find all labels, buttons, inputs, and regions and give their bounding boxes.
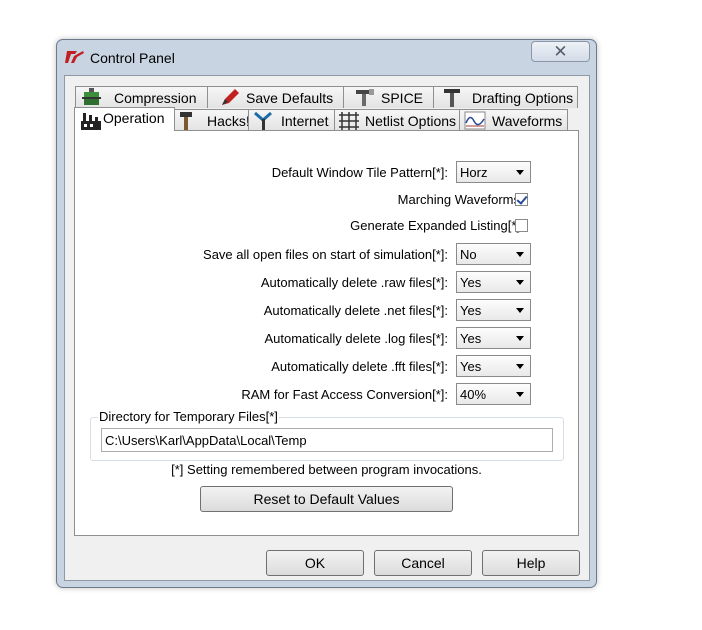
chevron-down-icon [516, 392, 524, 397]
help-button[interactable]: Help [482, 550, 580, 576]
tab-save-defaults[interactable]: Save Defaults [207, 86, 344, 108]
reset-defaults-button[interactable]: Reset to Default Values [200, 486, 453, 512]
tab-label: Operation [103, 110, 165, 126]
save-open-files-value: No [460, 247, 477, 262]
tab-label: Netlist Options [365, 113, 457, 129]
temp-directory-input[interactable] [105, 430, 545, 450]
delete-log-select[interactable]: Yes [456, 327, 531, 349]
ok-button[interactable]: OK [266, 550, 364, 576]
tab-drafting-options[interactable]: Drafting Options [433, 86, 578, 108]
chevron-down-icon [516, 252, 524, 257]
delete-raw-value: Yes [460, 275, 482, 290]
tab-label: Internet [281, 113, 329, 129]
delete-fft-select[interactable]: Yes [456, 355, 531, 377]
tab-compression[interactable]: Compression [75, 86, 208, 108]
drafting-icon [444, 89, 460, 107]
cancel-button[interactable]: Cancel [374, 550, 472, 576]
tile-pattern-value: Horz [460, 165, 488, 180]
save-open-files-select[interactable]: No [456, 243, 531, 265]
temp-directory-title: Directory for Temporary Files[*] [98, 409, 279, 424]
control-panel-window: Control Panel ✕ Compression Save Default… [56, 39, 597, 588]
ram-conversion-label: RAM for Fast Access Conversion[*]: [241, 387, 448, 402]
tile-pattern-select[interactable]: Horz [456, 161, 531, 183]
tab-operation[interactable]: Operation [74, 107, 175, 131]
operation-panel: Default Window Tile Pattern[*]: Horz Mar… [74, 130, 579, 536]
chevron-down-icon [516, 336, 524, 341]
tab-spice[interactable]: SPICE [343, 86, 434, 108]
ram-conversion-select[interactable]: 40% [456, 383, 531, 405]
compression-icon [82, 88, 101, 105]
tab-label: Compression [114, 90, 197, 106]
spice-icon [356, 89, 374, 106]
tab-internet[interactable]: Internet [248, 109, 335, 131]
close-icon: ✕ [553, 42, 568, 61]
delete-log-value: Yes [460, 331, 482, 346]
close-button[interactable]: ✕ [531, 41, 590, 62]
remembered-note: [*] Setting remembered between program i… [171, 462, 482, 477]
tab-label: SPICE [381, 90, 424, 106]
factory-icon [81, 113, 101, 130]
delete-net-label: Automatically delete .net files[*]: [263, 303, 448, 318]
tile-pattern-label: Default Window Tile Pattern[*]: [271, 165, 448, 180]
delete-fft-label: Automatically delete .fft files[*]: [271, 359, 448, 374]
expanded-listing-checkbox[interactable] [515, 219, 528, 232]
tab-label: Waveforms [492, 113, 563, 129]
delete-raw-select[interactable]: Yes [456, 271, 531, 293]
delete-fft-value: Yes [460, 359, 482, 374]
chevron-down-icon [516, 308, 524, 313]
waveforms-icon [464, 111, 486, 130]
ram-conversion-value: 40% [460, 387, 487, 402]
temp-directory-field[interactable] [101, 428, 553, 452]
title-bar[interactable]: Control Panel ✕ [57, 40, 596, 74]
tab-waveforms[interactable]: Waveforms [459, 109, 568, 131]
delete-net-value: Yes [460, 303, 482, 318]
internet-icon [254, 111, 272, 130]
save-pen-icon [222, 89, 239, 105]
temp-directory-group: Directory for Temporary Files[*] [90, 409, 564, 461]
delete-log-label: Automatically delete .log files[*]: [264, 331, 448, 346]
delete-raw-label: Automatically delete .raw files[*]: [260, 275, 448, 290]
expanded-listing-label: Generate Expanded Listing[*] [350, 218, 520, 233]
marching-waveforms-label: Marching Waveforms [397, 192, 520, 207]
tab-label: Save Defaults [246, 90, 334, 106]
window-title: Control Panel [90, 50, 175, 66]
chevron-down-icon [516, 280, 524, 285]
tab-label: Hacks! [207, 113, 250, 129]
tab-label: Drafting Options [472, 90, 574, 106]
ltspice-logo-icon [65, 51, 84, 63]
marching-waveforms-checkbox[interactable] [515, 193, 528, 206]
dialog-client-area: Compression Save Defaults SPICE Drafting… [64, 75, 590, 581]
tab-netlist-options[interactable]: Netlist Options [334, 109, 460, 131]
save-open-files-label: Save all open files on start of simulati… [203, 247, 448, 262]
delete-net-select[interactable]: Yes [456, 299, 531, 321]
hammer-icon [180, 112, 192, 130]
chevron-down-icon [516, 170, 524, 175]
chevron-down-icon [516, 364, 524, 369]
tab-hacks[interactable]: Hacks! [173, 109, 250, 131]
netlist-icon [339, 112, 359, 130]
